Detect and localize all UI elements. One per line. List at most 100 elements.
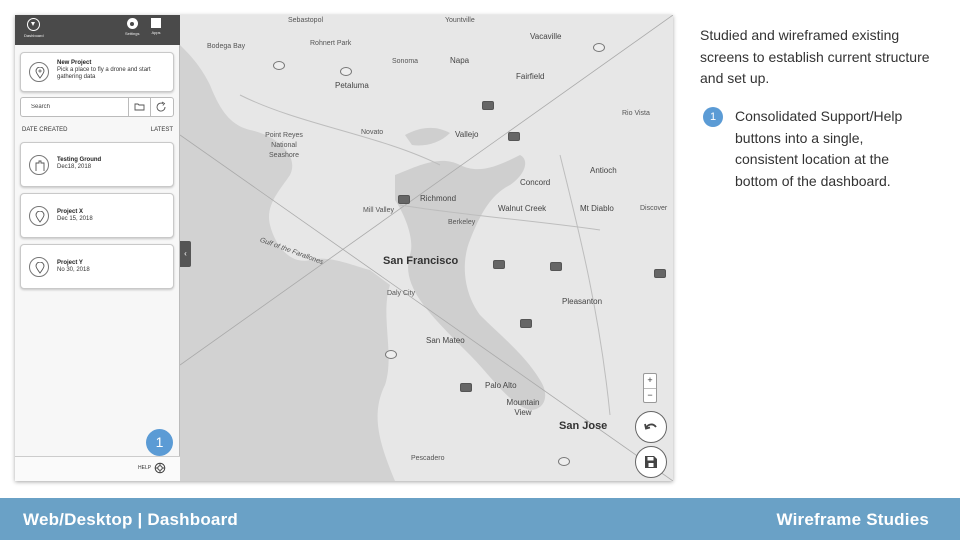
search-box (20, 97, 174, 117)
folder-icon (134, 103, 145, 111)
map-label-san-jose: San Jose (559, 420, 608, 432)
map-label-rio-vista: Rio Vista (622, 110, 650, 117)
settings-nav-item[interactable]: Settings (125, 18, 139, 36)
map-pin-icon (29, 206, 49, 226)
map-label-walnut-creek: Walnut Creek (498, 204, 547, 213)
project-date: Dec18, 2018 (57, 164, 92, 170)
project-date: No 30, 2018 (57, 267, 90, 273)
dashboard-nav-item[interactable]: Dashboard (24, 18, 44, 38)
undo-icon (644, 423, 657, 430)
map-label-point-reyes: Point Reyes National Seashore (265, 132, 303, 159)
save-icon (645, 456, 657, 468)
annotation-text: Consolidated Support/Help buttons into a… (735, 108, 903, 189)
annotation-number: 1 (703, 107, 723, 127)
new-project-card[interactable]: New Project Pick a place to fly a drone … (20, 52, 174, 92)
map-label-fairfield: Fairfield (516, 72, 545, 81)
map-label-discovery: Discover (640, 205, 668, 212)
map-label-bodega-bay: Bodega Bay (207, 43, 246, 50)
new-project-subtitle: Pick a place to fly a drone and start ga… (57, 67, 151, 80)
map-label-san-francisco: San Francisco (383, 255, 459, 267)
intro-text: Studied and wireframed existing screens … (700, 27, 930, 86)
project-card[interactable]: Project X Dec 15, 2018 (20, 193, 174, 238)
map-label-yountville: Yountville (445, 17, 475, 24)
refresh-icon (156, 101, 166, 112)
sort-date-created[interactable]: DATE CREATED (22, 127, 67, 133)
gear-icon (126, 18, 138, 29)
interstate-shield-icon (460, 383, 472, 392)
map-label-antioch: Antioch (590, 166, 617, 175)
zoom-out-button[interactable]: − (644, 388, 656, 402)
collapse-sidebar-button[interactable]: ‹ (180, 241, 191, 267)
folder-button[interactable] (128, 98, 149, 116)
slide-category: Wireframe Studies (776, 510, 929, 529)
interstate-shield-icon (398, 195, 410, 204)
search-input[interactable] (21, 98, 128, 116)
interstate-shield-icon (550, 262, 562, 271)
apps-label: Apps (151, 30, 161, 35)
highway-shield-icon (340, 67, 352, 76)
map-label-vacaville: Vacaville (530, 32, 562, 41)
refresh-button[interactable] (150, 98, 171, 116)
map-label-berkeley: Berkeley (448, 219, 476, 226)
sort-latest[interactable]: LATEST (151, 127, 173, 133)
zoom-in-button[interactable]: + (644, 374, 656, 388)
sort-row: DATE CREATED LATEST (22, 127, 173, 133)
settings-label: Settings (125, 31, 140, 36)
project-date: Dec 15, 2018 (57, 216, 93, 222)
map-label-novato: Novato (361, 129, 384, 136)
annotation-badge: 1 (146, 429, 173, 456)
help-button[interactable]: HELP (138, 465, 151, 471)
slide-footer-bar: Web/Desktop | Dashboard Wireframe Studie… (0, 498, 960, 540)
save-button[interactable] (635, 446, 667, 478)
sidebar-footer: HELP (15, 456, 180, 481)
chevron-left-icon: ‹ (184, 249, 187, 258)
map-label-mt-diablo: Mt Diablo (580, 204, 614, 213)
map-label-petaluma: Petaluma (335, 81, 369, 90)
project-card[interactable]: Project Y No 30, 2018 (20, 244, 174, 289)
project-name: Project X (57, 209, 84, 215)
highway-shield-icon (385, 350, 397, 359)
map-label-mountain-view: Mountain View (506, 398, 540, 417)
project-card[interactable]: Testing Ground Dec18, 2018 (20, 142, 174, 187)
highway-shield-icon (558, 457, 570, 466)
map-label-richmond: Richmond (420, 194, 457, 203)
map-label-palo-alto: Palo Alto (485, 381, 517, 390)
logo-icon (27, 18, 41, 31)
interstate-shield-icon (482, 101, 494, 110)
boundary-icon (29, 155, 49, 175)
map-pin-plus-icon (29, 62, 49, 82)
dashboard-label: Dashboard (24, 33, 44, 38)
map-background (180, 15, 673, 481)
interstate-shield-icon (508, 132, 520, 141)
map-label-sebastopol: Sebastopol (288, 17, 324, 24)
map-label-daly-city: Daly City (387, 290, 416, 297)
sidebar: Dashboard Settings Apps New Project Pick… (15, 15, 180, 481)
highway-shield-icon (593, 43, 605, 52)
map-label-vallejo: Vallejo (455, 130, 479, 139)
project-name: Testing Ground (57, 157, 102, 163)
map-label-pleasanton: Pleasanton (562, 297, 603, 306)
new-project-title: New Project (57, 60, 92, 66)
map-label-pescadero: Pescadero (411, 455, 445, 462)
map-label-rohnert-park: Rohnert Park (310, 40, 352, 47)
highway-shield-icon (273, 61, 285, 70)
interstate-shield-icon (520, 319, 532, 328)
map-label-concord: Concord (520, 178, 551, 187)
map-label-mill-valley: Mill Valley (363, 207, 394, 214)
lifebuoy-icon[interactable] (154, 462, 166, 474)
map-pin-icon (29, 257, 49, 277)
slide-section-title: Web/Desktop | Dashboard (23, 510, 238, 529)
apps-nav-item[interactable]: Apps (151, 18, 161, 35)
map-label-san-mateo: San Mateo (426, 336, 465, 345)
apps-icon (151, 18, 161, 28)
undo-button[interactable] (635, 411, 667, 443)
map-label-sonoma: Sonoma (392, 58, 419, 65)
project-name: Project Y (57, 260, 83, 266)
interstate-shield-icon (493, 260, 505, 269)
map-label-napa: Napa (450, 56, 470, 65)
map-view[interactable]: Sebastopol Yountville Bodega Bay Rohnert… (180, 15, 673, 481)
interstate-shield-icon (654, 269, 666, 278)
dashboard-wireframe: Sebastopol Yountville Bodega Bay Rohnert… (15, 15, 673, 481)
zoom-control: + − (643, 373, 657, 403)
sidebar-topbar: Dashboard Settings Apps (15, 15, 180, 45)
